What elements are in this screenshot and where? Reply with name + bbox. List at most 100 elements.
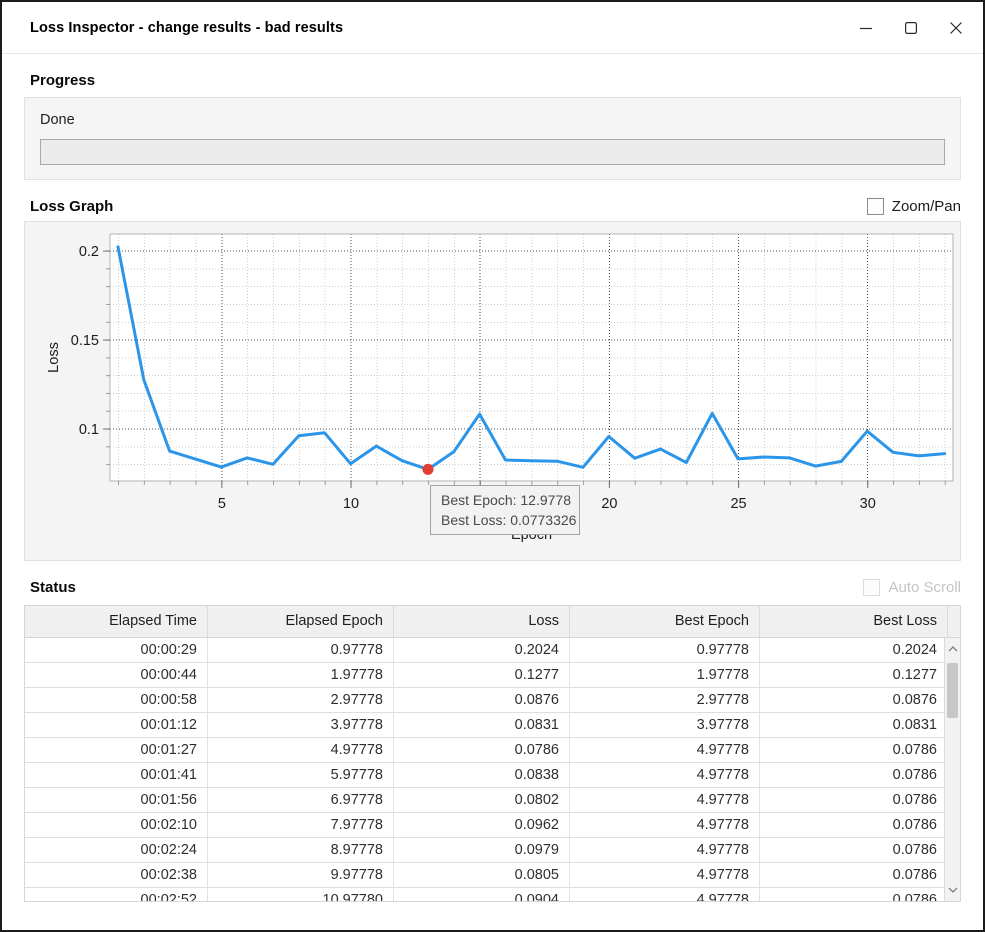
table-cell: 0.0838 — [393, 763, 569, 787]
table-cell: 0.97778 — [569, 638, 759, 662]
status-table-header: Elapsed Time Elapsed Epoch Loss Best Epo… — [25, 606, 960, 638]
table-row[interactable]: 00:00:582.977780.08762.977780.0876 — [25, 688, 944, 713]
scrollbar-up-button[interactable] — [945, 640, 960, 658]
column-header-spacer — [947, 606, 960, 637]
table-cell: 0.2024 — [393, 638, 569, 662]
y-axis-title: Loss — [46, 342, 62, 373]
table-cell: 2.97778 — [569, 688, 759, 712]
table-cell: 4.97778 — [569, 838, 759, 862]
column-header-best-epoch[interactable]: Best Epoch — [569, 606, 759, 637]
table-row[interactable]: 00:02:389.977780.08054.977780.0786 — [25, 863, 944, 888]
y-tick-label: 0.1 — [79, 422, 99, 438]
table-row[interactable]: 00:01:274.977780.07864.977780.0786 — [25, 738, 944, 763]
table-cell: 5.97778 — [207, 763, 393, 787]
table-cell: 0.0876 — [759, 688, 944, 712]
table-row[interactable]: 00:00:441.977780.12771.977780.1277 — [25, 663, 944, 688]
progress-panel: Done — [24, 97, 961, 180]
table-cell: 00:01:41 — [25, 763, 207, 787]
table-row[interactable]: 00:01:566.977780.08024.977780.0786 — [25, 788, 944, 813]
table-cell: 0.1277 — [759, 663, 944, 687]
auto-scroll-checkbox-label: Auto Scroll — [888, 579, 961, 596]
progress-bar — [40, 139, 945, 165]
table-cell: 0.0786 — [759, 788, 944, 812]
table-row[interactable]: 00:02:248.977780.09794.977780.0786 — [25, 838, 944, 863]
zoom-pan-checkbox[interactable]: Zoom/Pan — [867, 198, 961, 215]
maximize-button[interactable] — [902, 19, 920, 37]
table-cell: 0.0876 — [393, 688, 569, 712]
table-cell: 00:00:29 — [25, 638, 207, 662]
close-icon — [949, 21, 963, 35]
tooltip-best-epoch: Best Epoch: 12.9778 — [441, 490, 569, 510]
table-cell: 0.0962 — [393, 813, 569, 837]
table-row[interactable]: 00:01:123.977780.08313.977780.0831 — [25, 713, 944, 738]
column-header-loss[interactable]: Loss — [393, 606, 569, 637]
progress-heading: Progress — [30, 72, 95, 89]
table-cell: 2.97778 — [207, 688, 393, 712]
column-header-elapsed-time[interactable]: Elapsed Time — [25, 606, 207, 637]
scrollbar-down-button[interactable] — [945, 881, 960, 899]
chevron-up-icon — [948, 646, 958, 652]
table-row[interactable]: 00:00:290.977780.20240.977780.2024 — [25, 638, 944, 663]
table-cell: 00:00:58 — [25, 688, 207, 712]
column-header-elapsed-epoch[interactable]: Elapsed Epoch — [207, 606, 393, 637]
table-cell: 4.97778 — [569, 863, 759, 887]
loss-graph-heading: Loss Graph — [30, 198, 113, 215]
table-cell: 0.0786 — [759, 838, 944, 862]
table-cell: 4.97778 — [569, 738, 759, 762]
table-cell: 9.97778 — [207, 863, 393, 887]
tooltip-best-loss: Best Loss: 0.0773326 — [441, 510, 569, 530]
table-cell: 0.0831 — [393, 713, 569, 737]
table-row[interactable]: 00:02:5210.977800.09044.977780.0786 — [25, 888, 944, 901]
table-cell: 3.97778 — [569, 713, 759, 737]
table-scrollbar[interactable] — [944, 638, 960, 901]
loss-graph-section-header: Loss Graph Zoom/Pan — [24, 198, 961, 215]
table-cell: 00:01:12 — [25, 713, 207, 737]
column-header-best-loss[interactable]: Best Loss — [759, 606, 947, 637]
table-cell: 00:00:44 — [25, 663, 207, 687]
table-row[interactable]: 00:02:107.977780.09624.977780.0786 — [25, 813, 944, 838]
table-cell: 0.0786 — [759, 738, 944, 762]
table-cell: 0.0786 — [759, 863, 944, 887]
status-table-body: 00:00:290.977780.20240.977780.202400:00:… — [25, 638, 944, 901]
table-cell: 0.0805 — [393, 863, 569, 887]
table-cell: 0.0979 — [393, 838, 569, 862]
zoom-pan-checkbox-box — [867, 198, 884, 215]
y-tick-label: 0.2 — [79, 244, 99, 260]
status-section-header: Status Auto Scroll — [24, 579, 961, 596]
x-tick-label: 20 — [601, 496, 617, 512]
table-cell: 7.97778 — [207, 813, 393, 837]
x-tick-label: 30 — [860, 496, 876, 512]
progress-status-label: Done — [40, 112, 945, 128]
table-cell: 0.2024 — [759, 638, 944, 662]
table-cell: 1.97778 — [207, 663, 393, 687]
maximize-icon — [904, 21, 918, 35]
window-title: Loss Inspector - change results - bad re… — [30, 20, 857, 36]
scrollbar-thumb[interactable] — [947, 663, 958, 718]
table-cell: 0.0786 — [759, 763, 944, 787]
close-button[interactable] — [947, 19, 965, 37]
chevron-down-icon — [948, 887, 958, 893]
table-cell: 4.97778 — [569, 763, 759, 787]
table-cell: 0.0786 — [759, 813, 944, 837]
table-cell: 00:02:38 — [25, 863, 207, 887]
minimize-icon — [859, 21, 873, 35]
table-cell: 0.0802 — [393, 788, 569, 812]
minimize-button[interactable] — [857, 19, 875, 37]
titlebar[interactable]: Loss Inspector - change results - bad re… — [2, 2, 983, 54]
table-cell: 1.97778 — [569, 663, 759, 687]
progress-section-header: Progress — [24, 72, 961, 89]
table-cell: 00:01:27 — [25, 738, 207, 762]
status-table: Elapsed Time Elapsed Epoch Loss Best Epo… — [24, 605, 961, 902]
x-tick-label: 25 — [730, 496, 746, 512]
table-cell: 4.97778 — [569, 813, 759, 837]
table-row[interactable]: 00:01:415.977780.08384.977780.0786 — [25, 763, 944, 788]
table-cell: 0.0786 — [393, 738, 569, 762]
auto-scroll-checkbox-box — [863, 579, 880, 596]
table-cell: 4.97778 — [569, 788, 759, 812]
table-cell: 10.97780 — [207, 888, 393, 901]
table-cell: 3.97778 — [207, 713, 393, 737]
best-point-marker — [422, 464, 433, 475]
table-cell: 00:01:56 — [25, 788, 207, 812]
table-cell: 00:02:52 — [25, 888, 207, 901]
auto-scroll-checkbox: Auto Scroll — [863, 579, 961, 596]
